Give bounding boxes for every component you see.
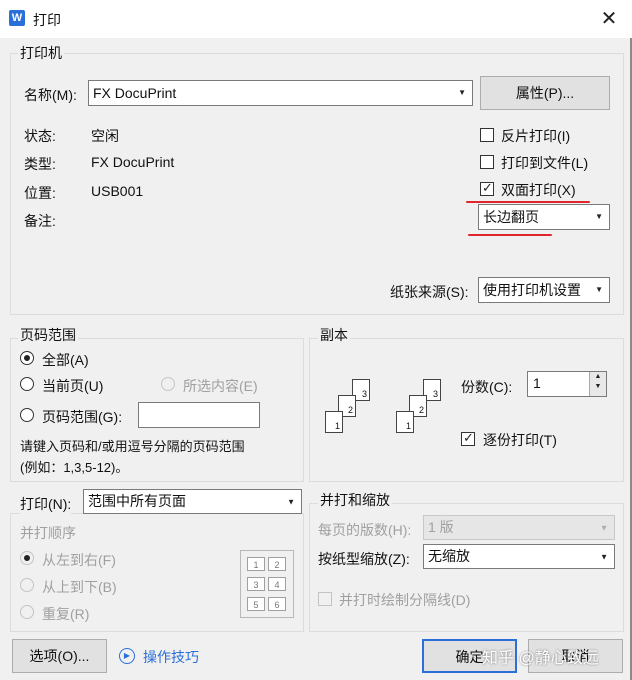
- comment-label: 备注:: [24, 213, 56, 229]
- window-title: 打印: [33, 12, 61, 28]
- chevron-down-icon: ▼: [600, 523, 608, 532]
- collate-stack-icon: 3 2 1: [322, 373, 380, 443]
- scale-label: 按纸型缩放(Z):: [318, 551, 410, 567]
- page-range-title: 页码范围: [18, 325, 78, 345]
- draw-separator-checkbox[interactable]: [318, 592, 332, 606]
- printer-name-select[interactable]: FX DocuPrint ▼: [88, 80, 473, 106]
- duplex-mode-select[interactable]: 长边翻页 ▼: [478, 204, 610, 230]
- left-to-right-radio[interactable]: [20, 551, 34, 565]
- stepper-down-icon[interactable]: ▼: [590, 382, 606, 392]
- copies-stepper[interactable]: 1 ▲ ▼: [527, 371, 607, 397]
- annotation-underline: [468, 234, 552, 236]
- annotation-underline: [466, 201, 590, 203]
- copies-title: 副本: [318, 325, 350, 345]
- play-icon: ▶: [119, 648, 135, 664]
- properties-button[interactable]: 属性(P)...: [480, 76, 610, 110]
- duplex-label[interactable]: 双面打印(X): [501, 180, 576, 200]
- stepper-up-icon[interactable]: ▲: [590, 372, 606, 382]
- chevron-down-icon: ▼: [595, 285, 603, 294]
- wps-app-icon: W: [9, 10, 25, 26]
- close-icon[interactable]: ✕: [594, 4, 624, 34]
- title-bar: W 打印 ✕: [0, 0, 632, 38]
- duplex-checkbox[interactable]: [480, 180, 494, 196]
- range-current-radio[interactable]: [20, 377, 34, 391]
- range-selection-radio[interactable]: [161, 377, 175, 391]
- top-to-bottom-label: 从上到下(B): [42, 579, 117, 595]
- type-label: 类型:: [24, 156, 56, 172]
- print-to-file-checkbox[interactable]: [480, 155, 494, 169]
- print-what-value: 范围中所有页面: [88, 493, 186, 509]
- range-pages-radio[interactable]: [20, 408, 34, 422]
- chevron-down-icon: ▼: [287, 497, 295, 506]
- left-to-right-label: 从左到右(F): [42, 552, 116, 568]
- paper-source-label: 纸张来源(S):: [390, 284, 469, 300]
- copies-count-label: 份数(C):: [461, 379, 513, 395]
- duplex-mode-value: 长边翻页: [483, 209, 539, 225]
- range-all-label[interactable]: 全部(A): [42, 350, 89, 370]
- chevron-down-icon: ▼: [600, 552, 608, 561]
- pages-per-sheet-label: 每页的版数(H):: [318, 522, 412, 538]
- scale-select[interactable]: 无缩放 ▼: [423, 544, 615, 569]
- pages-per-sheet-select[interactable]: 1 版 ▼: [423, 515, 615, 540]
- scale-value: 无缩放: [428, 548, 470, 564]
- copies-count-value: 1: [533, 375, 541, 391]
- repeat-radio[interactable]: [20, 605, 34, 619]
- print-what-select[interactable]: 范围中所有页面 ▼: [83, 489, 302, 514]
- type-value: FX DocuPrint: [91, 154, 175, 170]
- range-all-radio[interactable]: [20, 351, 34, 365]
- status-value: 空闲: [91, 128, 119, 144]
- range-hint-line1: 请键入页码和/或用逗号分隔的页码范围: [20, 439, 245, 454]
- print-order-title: 并打顺序: [20, 525, 76, 541]
- pages-per-sheet-value: 1 版: [428, 519, 454, 535]
- range-selection-label: 所选内容(E): [183, 378, 258, 394]
- print-dialog: 打印机 名称(M): FX DocuPrint ▼ 属性(P)... 状态: 空…: [0, 38, 632, 680]
- location-label: 位置:: [24, 185, 56, 201]
- collate-stack-icon: 3 2 1: [393, 373, 451, 443]
- collate-checkbox[interactable]: [461, 430, 475, 446]
- reverse-print-label[interactable]: 反片打印(I): [501, 126, 570, 146]
- page-range-input[interactable]: [138, 402, 260, 428]
- stepper-buttons[interactable]: ▲ ▼: [589, 372, 606, 396]
- status-label: 状态:: [24, 128, 56, 144]
- printer-group-title: 打印机: [18, 43, 64, 63]
- top-to-bottom-radio[interactable]: [20, 578, 34, 592]
- range-pages-label[interactable]: 页码范围(G):: [42, 407, 122, 427]
- options-button[interactable]: 选项(O)...: [12, 639, 107, 673]
- page-order-preview: 1 2 3 4 5 6: [240, 550, 294, 618]
- location-value: USB001: [91, 183, 144, 199]
- range-hint-line2: (例如：1,3,5-12)。: [20, 460, 129, 475]
- watermark: 知乎 @静心致远: [482, 650, 599, 667]
- printer-name-value: FX DocuPrint: [93, 85, 177, 101]
- paper-source-select[interactable]: 使用打印机设置 ▼: [478, 277, 610, 303]
- chevron-down-icon: ▼: [595, 212, 603, 221]
- tips-link[interactable]: 操作技巧: [143, 647, 199, 667]
- range-current-label[interactable]: 当前页(U): [42, 376, 103, 396]
- printer-name-label: 名称(M):: [24, 87, 77, 103]
- print-what-label: 打印(N):: [20, 494, 72, 514]
- repeat-label: 重复(R): [42, 606, 90, 622]
- collate-label[interactable]: 逐份打印(T): [483, 430, 557, 450]
- chevron-down-icon: ▼: [458, 88, 466, 97]
- paper-source-value: 使用打印机设置: [483, 282, 581, 298]
- zoom-title: 并打和缩放: [318, 490, 392, 510]
- reverse-print-checkbox[interactable]: [480, 128, 494, 142]
- print-to-file-label[interactable]: 打印到文件(L): [501, 153, 588, 173]
- draw-separator-label: 并打时绘制分隔线(D): [339, 592, 471, 608]
